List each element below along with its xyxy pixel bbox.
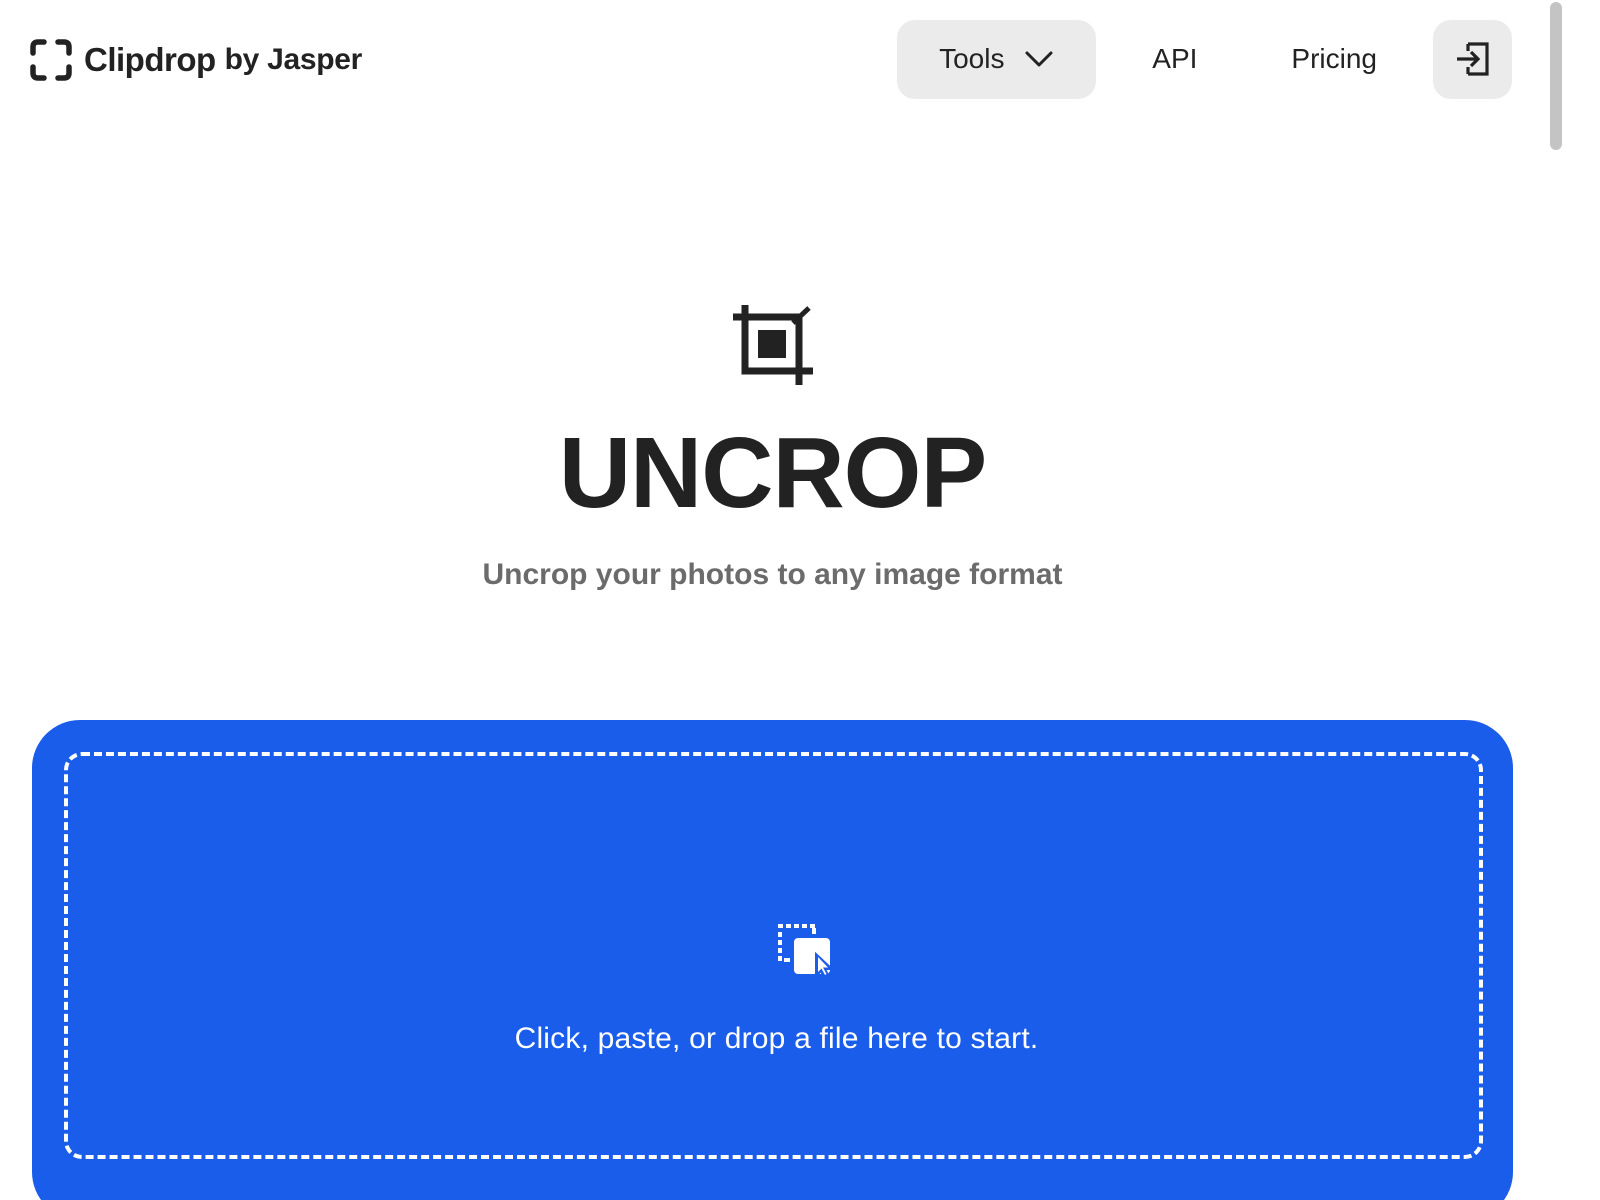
chevron-down-icon [1025,51,1053,67]
logo-suffix: by Jasper [224,43,363,76]
dropzone-dashed-border: Click, paste, or drop a file here to sta… [64,752,1483,1159]
tools-dropdown-button[interactable]: Tools [897,19,1097,99]
login-button[interactable] [1433,19,1512,99]
clipdrop-bracket-icon [30,39,72,81]
login-icon [1456,42,1489,76]
tools-label: Tools [939,43,1005,74]
nav-link-pricing[interactable]: Pricing [1291,43,1377,75]
dropzone-instructions: Click, paste, or drop a file here to sta… [514,1022,1039,1055]
scrollbar-thumb[interactable] [1550,2,1562,150]
crop-icon [733,305,813,385]
nav-link-api[interactable]: API [1152,43,1197,75]
logo-link[interactable]: Clipdrop by Jasper [30,38,362,82]
page-subtitle: Uncrop your photos to any image format [482,558,1063,591]
upload-dropzone[interactable]: Click, paste, or drop a file here to sta… [32,720,1513,1200]
page: Clipdrop by Jasper Tools API Pricing UNC… [0,0,1600,1200]
site-header: Clipdrop by Jasper Tools API Pricing [0,0,1560,120]
select-drop-icon [778,924,835,981]
page-title: UNCROP [558,417,987,529]
logo-name: Clipdrop [84,41,216,78]
main-nav: Tools API Pricing [897,19,1512,99]
